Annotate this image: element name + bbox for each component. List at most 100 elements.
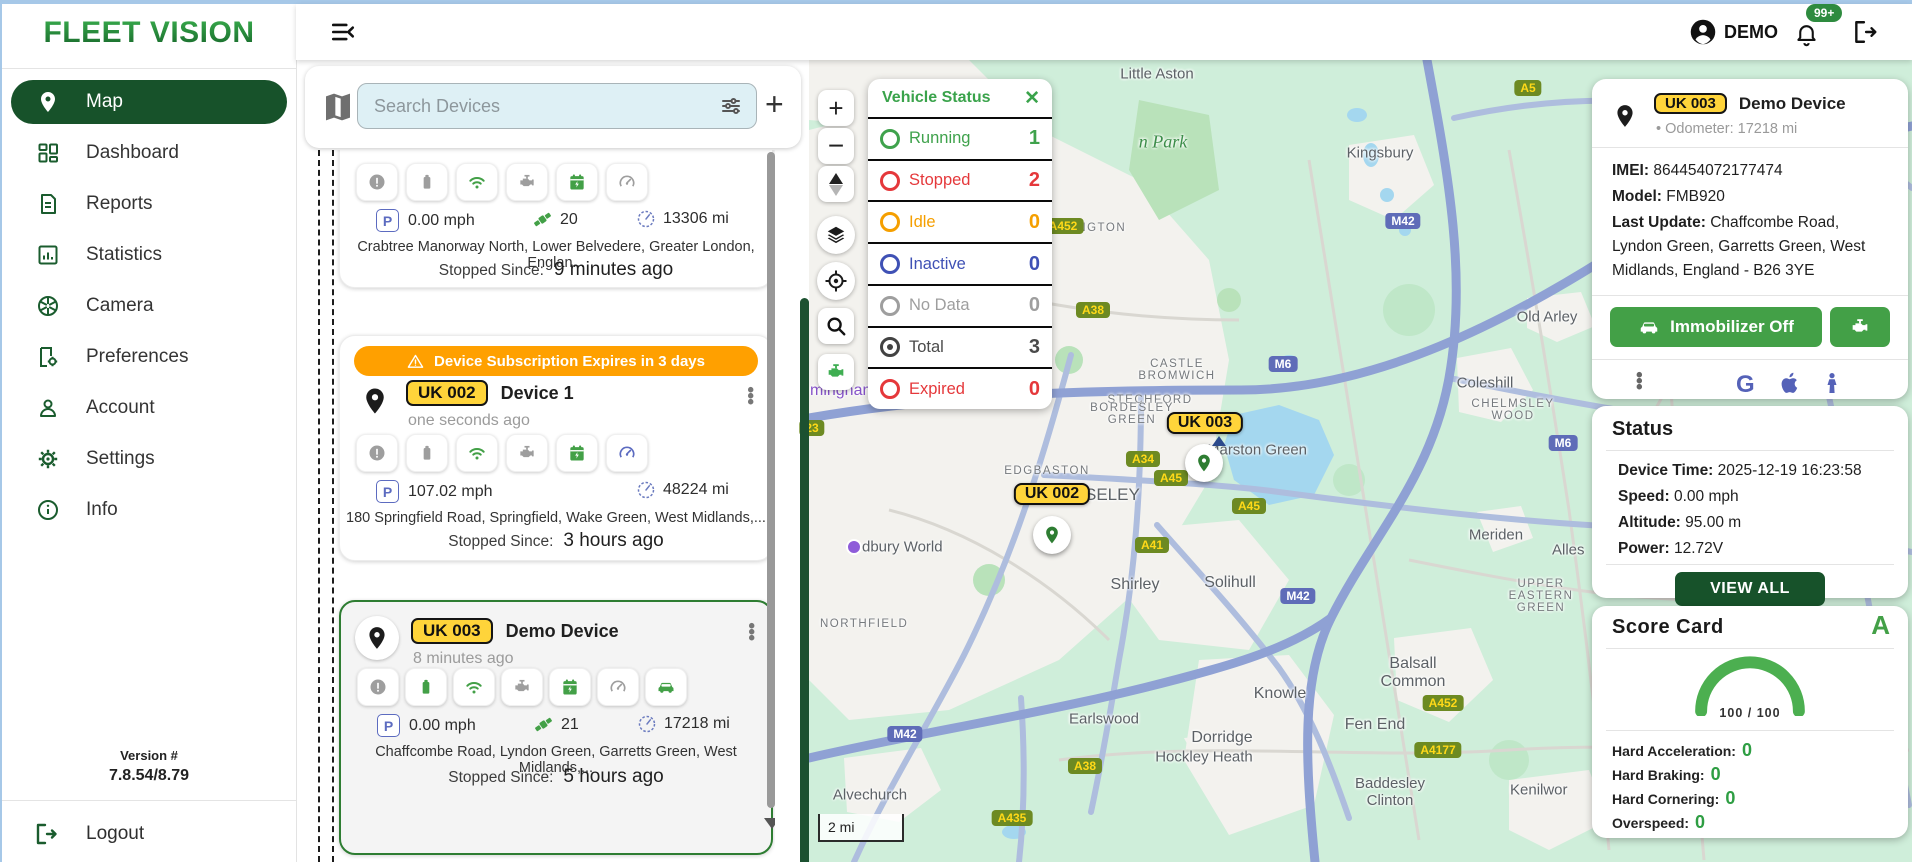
user-avatar-icon[interactable] (1689, 18, 1717, 46)
layers-button[interactable] (817, 216, 855, 254)
status-row-running[interactable]: Running 1 (868, 117, 1052, 159)
device-card-selected[interactable]: UK 003 Demo Device 8 minutes ago • • • P 0… (339, 600, 773, 855)
satellite-stat: 21 (533, 714, 579, 735)
subscription-chip-icon[interactable] (556, 434, 598, 472)
subscription-chip-icon[interactable] (556, 163, 598, 201)
view-all-button[interactable]: VIEW ALL (1675, 572, 1825, 606)
immobilizer-button[interactable]: Immobilizer Off (1610, 307, 1822, 347)
alert-chip-icon[interactable] (357, 668, 399, 706)
compass-button[interactable] (818, 166, 854, 202)
wifi-chip-icon[interactable] (456, 434, 498, 472)
list-scrollbar[interactable] (767, 152, 775, 808)
divider (1606, 450, 1894, 451)
sidebar: FLEET VISION Map Dashboard Reports Stati… (2, 4, 297, 862)
status-row-stopped[interactable]: Stopped 2 (868, 158, 1052, 201)
status-row: Speed: 0.00 mph (1618, 484, 1739, 510)
engine-chip-icon[interactable] (501, 668, 543, 706)
list-dashed-border (318, 150, 320, 862)
map-town-label: Shirley (1110, 576, 1160, 593)
stopped-ring-icon (880, 170, 900, 191)
google-maps-icon[interactable]: G (1736, 371, 1755, 399)
running-ring-icon (880, 128, 900, 149)
divider (1592, 359, 1908, 360)
alert-chip-icon[interactable] (356, 434, 398, 472)
filter-tune-icon[interactable] (719, 94, 743, 118)
device-card[interactable]: P 0.00 mph 20 13306 mi Crabtree Manorway… (339, 150, 773, 288)
status-row-total[interactable]: Total 3 (868, 325, 1052, 368)
map-poi-label: dbury World (862, 538, 943, 556)
odometer-icon (638, 715, 656, 733)
panel-map-divider[interactable] (800, 298, 809, 862)
speedometer-chip-icon[interactable] (606, 163, 648, 201)
status-row-nodata[interactable]: No Data 0 (868, 283, 1052, 326)
divider (1606, 730, 1894, 731)
device-plate: UK 003 (1654, 93, 1727, 114)
sidebar-item-map[interactable]: Map (11, 80, 287, 124)
sidebar-item-account[interactable]: Account (11, 386, 287, 430)
battery-chip-icon[interactable] (405, 668, 447, 706)
sidebar-logout[interactable]: Logout (2, 812, 296, 856)
car-chip-icon[interactable] (645, 668, 687, 706)
sidebar-item-info[interactable]: Info (11, 488, 287, 532)
device-card[interactable]: Device Subscription Expires in 3 days UK… (339, 335, 773, 561)
collapse-menu-icon[interactable] (330, 19, 356, 45)
zoom-out-button[interactable]: − (818, 128, 854, 164)
engine-chip-icon[interactable] (506, 434, 548, 472)
score-row: Hard Cornering: 0 (1612, 788, 1735, 809)
stopped-since-value: 9 minutes ago (553, 259, 674, 280)
sidebar-item-reports[interactable]: Reports (11, 182, 287, 226)
map-town-label: Earlswood (1068, 710, 1140, 728)
status-row: Device Time: 2025-12-19 16:23:58 (1618, 458, 1862, 484)
engine-chip-icon[interactable] (506, 163, 548, 201)
divider (2, 800, 296, 801)
wifi-chip-icon[interactable] (453, 668, 495, 706)
sidebar-item-dashboard[interactable]: Dashboard (11, 131, 287, 175)
map-view-icon[interactable] (322, 91, 354, 123)
street-view-pegman-icon[interactable] (1820, 371, 1844, 395)
close-icon[interactable]: ✕ (1024, 87, 1040, 110)
status-row-idle[interactable]: Idle 0 (868, 200, 1052, 242)
map-search-button[interactable] (818, 308, 854, 344)
map-town-label: Dorridge (1191, 729, 1253, 746)
card-menu-icon[interactable]: • • • (747, 381, 754, 412)
vehicle-marker-plate[interactable]: UK 002 (1013, 483, 1091, 505)
notification-bell-icon[interactable] (1794, 22, 1819, 47)
scroll-down-icon[interactable] (764, 818, 775, 829)
vehicle-marker[interactable] (1033, 516, 1071, 554)
locate-button[interactable] (817, 262, 855, 300)
device-title-row: UK 002 Device 1 (406, 380, 574, 406)
divider (1592, 295, 1908, 296)
sidebar-item-settings[interactable]: Settings (11, 437, 287, 481)
immobilizer-label: Immobilizer Off (1670, 317, 1794, 336)
sidebar-item-statistics[interactable]: Statistics (11, 233, 287, 277)
speed-value: 0.00 mph (408, 211, 475, 229)
odometer-icon (637, 210, 655, 228)
top-header: DEMO 99+ (296, 4, 1912, 60)
alert-chip-icon[interactable] (356, 163, 398, 201)
map-engine-button[interactable] (818, 354, 854, 390)
speedometer-chip-icon[interactable] (597, 668, 639, 706)
zoom-in-button[interactable]: + (818, 90, 854, 126)
status-row-inactive[interactable]: Inactive 0 (868, 242, 1052, 284)
add-device-button[interactable]: + (765, 86, 784, 123)
detail-menu-icon[interactable]: • • • (1636, 366, 1643, 397)
wifi-chip-icon[interactable] (456, 163, 498, 201)
vehicle-marker[interactable] (1185, 444, 1223, 482)
status-count: 3 (1028, 335, 1040, 358)
header-logout-icon[interactable] (1852, 19, 1878, 45)
battery-chip-icon[interactable] (406, 434, 448, 472)
vehicle-marker-plate[interactable]: UK 003 (1166, 412, 1244, 434)
map-town-label: Coleshill (1456, 374, 1514, 392)
sidebar-item-camera[interactable]: Camera (11, 284, 287, 328)
apple-maps-icon[interactable] (1778, 371, 1802, 395)
engine-action-button[interactable] (1830, 307, 1890, 347)
speedometer-chip-icon[interactable] (606, 434, 648, 472)
device-title-row: UK 003 Demo Device (411, 618, 619, 644)
subscription-chip-icon[interactable] (549, 668, 591, 706)
status-row-expired[interactable]: Expired 0 (868, 367, 1052, 409)
sidebar-item-preferences[interactable]: Preferences (11, 335, 287, 379)
search-input[interactable] (357, 83, 757, 129)
battery-chip-icon[interactable] (406, 163, 448, 201)
card-menu-icon[interactable]: • • • (748, 617, 755, 648)
gear-icon (36, 447, 60, 471)
